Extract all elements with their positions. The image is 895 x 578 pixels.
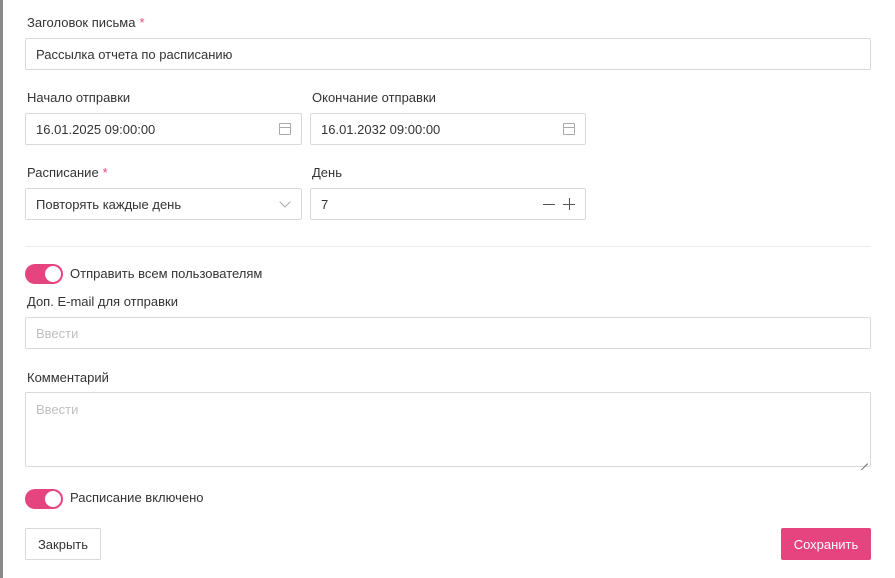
schedule-enabled-toggle[interactable] <box>25 489 63 509</box>
comment-placeholder: Ввести <box>36 402 79 417</box>
toggle-knob <box>45 491 61 507</box>
schedule-label-text: Расписание <box>27 165 99 180</box>
start-date-value: 16.01.2025 09:00:00 <box>36 121 156 137</box>
calendar-icon[interactable] <box>563 123 575 135</box>
day-stepper[interactable]: 7 <box>310 188 586 220</box>
close-button[interactable]: Закрыть <box>25 528 101 560</box>
required-mark: * <box>139 15 145 30</box>
required-mark: * <box>102 165 108 180</box>
start-date-picker[interactable]: 16.01.2025 09:00:00 <box>25 113 302 145</box>
schedule-select[interactable]: Повторять каждые день <box>25 188 302 220</box>
schedule-mail-modal: Заголовок письма * Рассылка отчета по рас… <box>3 0 895 578</box>
end-date-picker[interactable]: 16.01.2032 09:00:00 <box>310 113 586 145</box>
end-date-value: 16.01.2032 09:00:00 <box>321 121 441 137</box>
comment-textarea[interactable]: Ввести <box>25 392 871 467</box>
schedule-select-value: Повторять каждые день <box>36 196 182 212</box>
resize-handle-icon[interactable] <box>860 456 868 464</box>
day-label: День <box>312 165 342 180</box>
section-divider <box>25 246 871 247</box>
send-all-label: Отправить всем пользователям <box>70 266 263 281</box>
minus-icon[interactable] <box>543 203 555 205</box>
schedule-label: Расписание * <box>27 165 108 180</box>
subject-label: Заголовок письма * <box>27 15 145 30</box>
send-all-toggle[interactable] <box>25 264 63 284</box>
extra-email-label: Доп. E-mail для отправки <box>27 294 178 309</box>
stepper-controls <box>543 198 575 210</box>
start-label: Начало отправки <box>27 90 131 105</box>
comment-label: Комментарий <box>27 370 109 385</box>
subject-input[interactable]: Рассылка отчета по расписанию <box>25 38 871 70</box>
schedule-enabled-label: Расписание включено <box>70 490 204 505</box>
calendar-icon[interactable] <box>279 123 291 135</box>
end-label: Окончание отправки <box>312 90 436 105</box>
toggle-knob <box>45 266 61 282</box>
day-value[interactable]: 7 <box>321 197 543 212</box>
extra-email-placeholder: Ввести <box>36 325 79 341</box>
plus-icon[interactable] <box>563 198 575 210</box>
subject-label-text: Заголовок письма <box>27 15 136 30</box>
subject-input-value: Рассылка отчета по расписанию <box>36 46 233 62</box>
chevron-down-icon <box>279 196 291 208</box>
save-button[interactable]: Сохранить <box>781 528 871 560</box>
extra-email-input[interactable]: Ввести <box>25 317 871 349</box>
